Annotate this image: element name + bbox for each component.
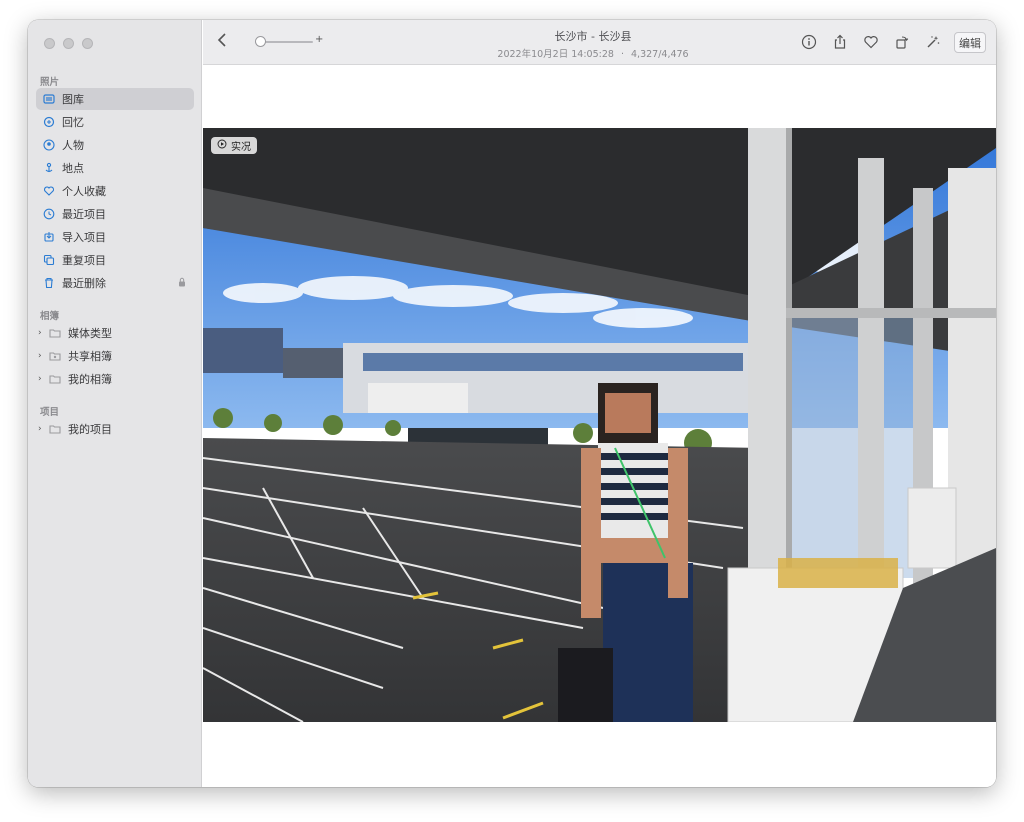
sidebar-item-label: 回忆 <box>62 116 84 129</box>
photo[interactable]: 实况 <box>203 128 996 722</box>
sidebar-item-memories[interactable]: 回忆 <box>36 111 194 133</box>
photo-count: 4,327/4,476 <box>631 49 689 60</box>
rotate-icon[interactable] <box>893 33 911 51</box>
sidebar-item-imports[interactable]: 导入项目 <box>36 226 194 248</box>
toolbar: + 长沙市 - 长沙县 2022年10月2日 14:05:28 · 4,327/… <box>203 20 996 65</box>
folder-icon <box>49 327 61 339</box>
lock-icon <box>178 277 186 289</box>
sidebar-item-label: 导入项目 <box>62 231 106 244</box>
title-block: 长沙市 - 长沙县 2022年10月2日 14:05:28 · 4,327/4,… <box>463 28 723 60</box>
window-title: 长沙市 - 长沙县 <box>554 30 632 43</box>
memories-icon <box>43 116 55 128</box>
sidebar-item-recently-deleted[interactable]: 最近删除 <box>36 272 194 294</box>
sidebar-item-media-types[interactable]: › 媒体类型 <box>36 322 194 344</box>
live-photo-label: 实况 <box>231 142 251 153</box>
close-button[interactable] <box>44 38 55 49</box>
window-controls <box>44 38 93 49</box>
photo-date: 2022年10月2日 14:05:28 <box>497 49 614 60</box>
photo-image <box>203 128 996 722</box>
sidebar-item-label: 图库 <box>62 93 84 106</box>
zoom-plus-icon[interactable]: + <box>315 34 323 45</box>
photo-viewer: 实况 <box>203 65 996 787</box>
sidebar-item-label: 人物 <box>62 139 84 152</box>
shared-folder-icon <box>49 350 61 362</box>
clock-icon <box>43 208 55 220</box>
sidebar-item-label: 最近项目 <box>62 208 106 221</box>
sidebar-item-label: 共享相簿 <box>68 350 112 363</box>
chevron-right-icon[interactable]: › <box>38 328 46 338</box>
chevron-right-icon[interactable]: › <box>38 424 46 434</box>
live-photo-badge[interactable]: 实况 <box>211 137 257 154</box>
places-icon <box>43 162 55 174</box>
duplicates-icon <box>43 254 55 266</box>
sidebar: 照片 图库 回忆 人物 地点 个人收藏 最近项目 导入项目 重复项目 最近删除 … <box>28 20 202 787</box>
zoom-button[interactable] <box>82 38 93 49</box>
sidebar-item-label: 我的项目 <box>68 423 112 436</box>
sidebar-item-library[interactable]: 图库 <box>36 88 194 110</box>
sidebar-item-label: 我的相簿 <box>68 373 112 386</box>
window-subtitle: 2022年10月2日 14:05:28 · 4,327/4,476 <box>463 46 723 60</box>
sidebar-item-my-albums[interactable]: › 我的相簿 <box>36 368 194 390</box>
sidebar-item-my-projects[interactable]: › 我的项目 <box>36 418 194 440</box>
sidebar-item-places[interactable]: 地点 <box>36 157 194 179</box>
sidebar-item-label: 个人收藏 <box>62 185 106 198</box>
section-title-albums: 相簿 <box>40 311 60 322</box>
share-icon[interactable] <box>831 33 849 51</box>
heart-icon[interactable] <box>862 33 880 51</box>
sidebar-item-label: 媒体类型 <box>68 327 112 340</box>
library-icon <box>43 93 55 105</box>
import-icon <box>43 231 55 243</box>
zoom-slider-knob[interactable] <box>255 36 266 47</box>
sidebar-item-label: 重复项目 <box>62 254 106 267</box>
photos-window: 照片 图库 回忆 人物 地点 个人收藏 最近项目 导入项目 重复项目 最近删除 … <box>28 20 996 787</box>
section-title-photos: 照片 <box>40 77 60 88</box>
minimize-button[interactable] <box>63 38 74 49</box>
chevron-right-icon[interactable]: › <box>38 351 46 361</box>
people-icon <box>43 139 55 151</box>
subtitle-separator: · <box>620 49 624 60</box>
magic-wand-icon[interactable] <box>924 33 942 51</box>
live-photo-icon <box>217 139 227 152</box>
sidebar-item-favorites[interactable]: 个人收藏 <box>36 180 194 202</box>
sidebar-item-people[interactable]: 人物 <box>36 134 194 156</box>
sidebar-item-duplicates[interactable]: 重复项目 <box>36 249 194 271</box>
chevron-right-icon[interactable]: › <box>38 374 46 384</box>
back-button[interactable] <box>217 32 227 52</box>
edit-button[interactable]: 编辑 <box>954 32 986 53</box>
info-icon[interactable] <box>800 33 818 51</box>
trash-icon <box>43 277 55 289</box>
sidebar-item-recents[interactable]: 最近项目 <box>36 203 194 225</box>
heart-icon <box>43 185 55 197</box>
sidebar-item-label: 地点 <box>62 162 84 175</box>
folder-icon <box>49 373 61 385</box>
sidebar-item-shared-albums[interactable]: › 共享相簿 <box>36 345 194 367</box>
sidebar-item-label: 最近删除 <box>62 277 106 290</box>
folder-icon <box>49 423 61 435</box>
section-title-projects: 项目 <box>40 407 60 418</box>
